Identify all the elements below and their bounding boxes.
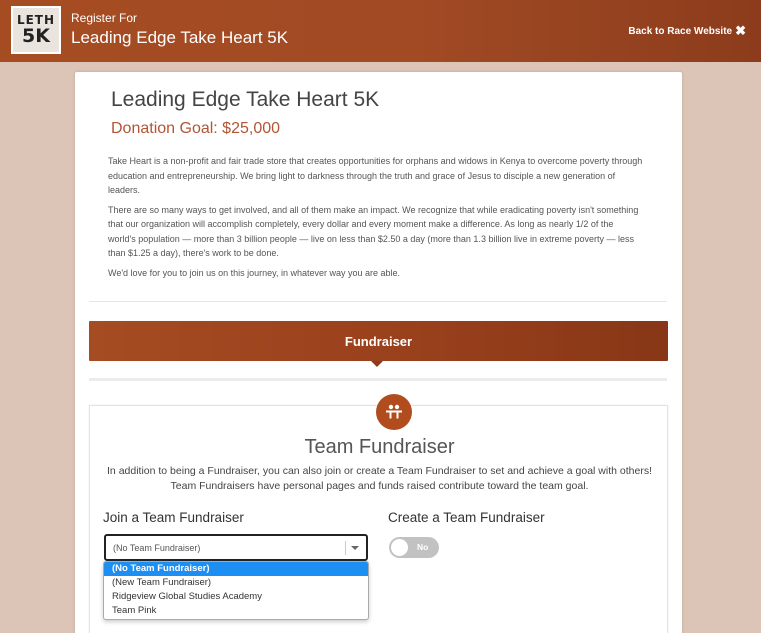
divider xyxy=(89,378,667,381)
team-fundraiser-options: (No Team Fundraiser) (New Team Fundraise… xyxy=(103,561,369,620)
fundraiser-tab[interactable]: Fundraiser xyxy=(89,321,668,361)
back-to-race-website-link[interactable]: Back to Race Website ✖ xyxy=(628,23,746,39)
top-header: LETH 5K Register For Leading Edge Take H… xyxy=(0,0,761,62)
team-fundraiser-description: In addition to being a Fundraiser, you c… xyxy=(107,465,652,492)
option-team-pink[interactable]: Team Pink xyxy=(104,604,368,618)
race-logo: LETH 5K xyxy=(11,6,61,54)
back-link-label: Back to Race Website xyxy=(628,25,733,37)
description-paragraph: Take Heart is a non-profit and fair trad… xyxy=(108,156,643,195)
team-icon xyxy=(376,394,412,430)
select-current-value: (No Team Fundraiser) xyxy=(113,543,201,553)
team-fundraiser-title: Team Fundraiser xyxy=(304,436,455,458)
toggle-state-label: No xyxy=(417,542,429,552)
divider xyxy=(89,301,667,302)
team-fundraiser-select[interactable]: (No Team Fundraiser) xyxy=(104,534,368,561)
option-new-team-fundraiser[interactable]: (New Team Fundraiser) xyxy=(104,576,368,590)
fundraiser-tab-label: Fundraiser xyxy=(344,333,413,349)
register-for-label: Register For xyxy=(71,11,138,25)
logo-line-2: 5K xyxy=(22,25,50,47)
registration-card: Leading Edge Take Heart 5K Donation Goal… xyxy=(75,72,682,633)
chevron-down-icon xyxy=(351,546,359,550)
select-separator xyxy=(345,541,346,555)
event-title: Leading Edge Take Heart 5K xyxy=(111,88,380,111)
toggle-knob xyxy=(391,539,408,556)
create-team-label: Create a Team Fundraiser xyxy=(388,510,545,525)
donation-goal: Donation Goal: $25,000 xyxy=(111,120,281,137)
option-no-team-fundraiser[interactable]: (No Team Fundraiser) xyxy=(104,562,368,576)
close-icon: ✖ xyxy=(735,23,746,38)
description-paragraph: There are so many ways to get involved, … xyxy=(108,204,639,259)
header-race-title: Leading Edge Take Heart 5K xyxy=(71,28,289,47)
create-team-toggle[interactable]: No xyxy=(389,537,439,558)
event-description: Take Heart is a non-profit and fair trad… xyxy=(108,154,643,285)
join-team-label: Join a Team Fundraiser xyxy=(103,510,244,525)
description-paragraph: We'd love for you to join us on this jou… xyxy=(108,267,401,278)
active-tab-arrow xyxy=(371,361,383,367)
option-ridgeview-global-studies-academy[interactable]: Ridgeview Global Studies Academy xyxy=(104,590,368,604)
